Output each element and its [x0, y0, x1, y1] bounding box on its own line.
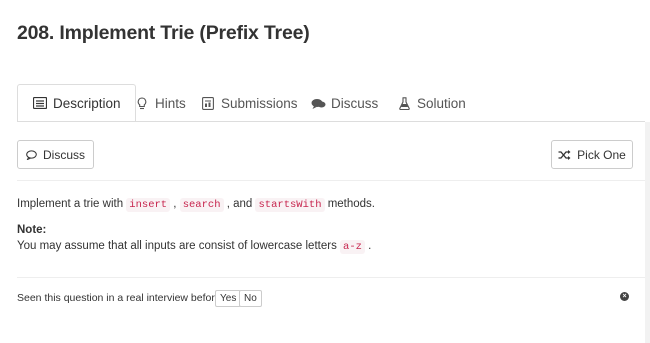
tab-label: Hints	[155, 96, 186, 111]
note-label: Note:	[17, 224, 47, 236]
tab-discuss[interactable]: Discuss	[310, 85, 378, 122]
note-end: .	[364, 240, 372, 252]
comment-icon	[26, 149, 37, 160]
problem-text: Implement a trie with	[17, 198, 127, 210]
note-sentence: You may assume that all inputs are consi…	[17, 240, 341, 252]
interview-divider	[17, 277, 645, 278]
pick-one-button[interactable]: Pick One	[551, 140, 633, 169]
tab-label: Submissions	[221, 96, 298, 111]
page-title: 208. Implement Trie (Prefix Tree)	[17, 22, 310, 44]
problem-text: ,	[170, 198, 180, 210]
interview-question: Seen this question in a real interview b…	[17, 292, 227, 304]
tab-submissions[interactable]: Submissions	[200, 85, 298, 122]
problem-text: methods.	[324, 198, 375, 210]
submissions-icon	[200, 97, 216, 111]
problem-text: , and	[223, 198, 256, 210]
discuss-button[interactable]: Discuss	[17, 140, 94, 169]
tab-description[interactable]: Description	[17, 84, 136, 122]
code-insert: insert	[126, 198, 171, 212]
shuffle-icon	[558, 149, 571, 160]
code-search: search	[179, 198, 224, 212]
scroll-edge	[645, 122, 650, 343]
yes-button[interactable]: Yes	[215, 290, 242, 307]
flask-icon	[396, 97, 412, 111]
tab-label: Description	[53, 95, 121, 111]
tab-solution[interactable]: Solution	[396, 85, 466, 122]
lightbulb-icon	[134, 97, 150, 111]
no-button[interactable]: No	[239, 290, 262, 307]
note-text: You may assume that all inputs are consi…	[17, 240, 372, 254]
tab-label: Discuss	[331, 96, 379, 111]
tab-hints[interactable]: Hints	[134, 85, 186, 122]
close-icon[interactable]: ×	[620, 292, 629, 301]
content-divider	[17, 180, 645, 181]
comments-icon	[310, 97, 326, 111]
tabs-divider	[17, 121, 645, 122]
discuss-button-label: Discuss	[42, 147, 85, 162]
document-icon	[32, 96, 48, 110]
code-a-z: a-z	[340, 240, 365, 254]
tab-label: Solution	[417, 96, 466, 111]
code-startswith: startsWith	[255, 198, 325, 212]
pick-one-button-label: Pick One	[577, 147, 626, 162]
problem-statement: Implement a trie with insert , search , …	[17, 198, 375, 212]
